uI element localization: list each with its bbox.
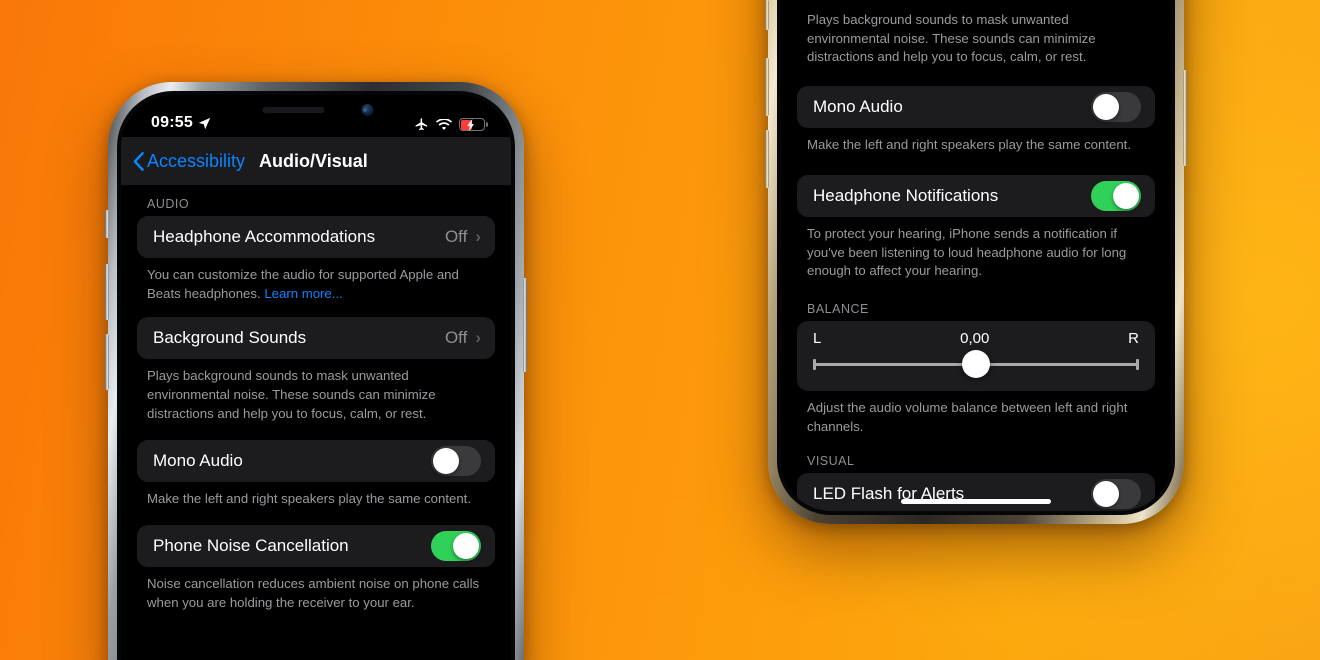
status-bar-right bbox=[414, 117, 488, 132]
front-camera-icon bbox=[361, 104, 374, 116]
balance-labels: L 0,00 R bbox=[813, 330, 1139, 347]
footnote-phone-noise-cancellation: Noise cancellation reduces ambient noise… bbox=[147, 576, 480, 611]
phone-left-bezel: 09:55 Accessibility Audio/Visual AUDIO H… bbox=[117, 91, 515, 660]
volume-down-button-right[interactable] bbox=[765, 130, 769, 188]
row-value-group: Off › bbox=[445, 328, 481, 348]
toggle-knob bbox=[1113, 182, 1139, 209]
row-label: Background Sounds bbox=[153, 328, 307, 348]
phone-right-screen: Plays background sounds to mask unwanted… bbox=[781, 0, 1171, 511]
home-indicator[interactable] bbox=[901, 499, 1051, 504]
volume-down-button-left[interactable] bbox=[105, 334, 109, 390]
volume-up-button-left[interactable] bbox=[105, 264, 109, 320]
row-headphone-accommodations[interactable]: Headphone Accommodations Off › bbox=[137, 216, 495, 258]
power-button-left[interactable] bbox=[523, 278, 527, 372]
phone-right: Plays background sounds to mask unwanted… bbox=[765, 0, 1187, 524]
slider-thumb[interactable] bbox=[962, 350, 990, 379]
earpiece-speaker-icon bbox=[262, 107, 325, 113]
row-label: Mono Audio bbox=[153, 450, 243, 470]
footnote-background-sounds: Plays background sounds to mask unwanted… bbox=[147, 368, 436, 421]
row-background-sounds[interactable]: Background Sounds Off › bbox=[137, 317, 495, 360]
airplane-mode-icon bbox=[415, 118, 428, 131]
footnote-headphone-accommodations: You can customize the audio for supporte… bbox=[121, 258, 511, 303]
volume-up-button-right[interactable] bbox=[765, 58, 769, 116]
settings-list-left[interactable]: AUDIO Headphone Accommodations Off › You… bbox=[121, 185, 511, 660]
back-button-label: Accessibility bbox=[147, 150, 246, 171]
phone-right-bezel: Plays background sounds to mask unwanted… bbox=[777, 0, 1175, 515]
row-mono-audio-right[interactable]: Mono Audio bbox=[797, 86, 1155, 129]
page-title: Audio/Visual bbox=[259, 150, 368, 171]
chevron-right-icon: › bbox=[475, 227, 481, 246]
back-button[interactable]: Accessibility bbox=[133, 151, 245, 172]
notch bbox=[228, 95, 404, 126]
power-button-right[interactable] bbox=[1183, 70, 1187, 166]
section-header-visual: VISUAL bbox=[807, 453, 855, 468]
balance-slider[interactable] bbox=[813, 350, 1139, 379]
phone-noise-cancellation-toggle[interactable] bbox=[431, 531, 481, 562]
led-flash-toggle[interactable] bbox=[1091, 478, 1141, 509]
headphone-notifications-toggle[interactable] bbox=[1091, 180, 1141, 211]
row-mono-audio[interactable]: Mono Audio bbox=[137, 439, 495, 482]
toggle-knob bbox=[1093, 480, 1119, 507]
battery-charging-icon bbox=[459, 118, 488, 131]
slider-cap-left bbox=[813, 359, 816, 371]
section-header-audio: AUDIO bbox=[147, 197, 190, 211]
footnote-background-sounds-right: Plays background sounds to mask unwanted… bbox=[807, 12, 1096, 65]
slider-cap-right bbox=[1136, 359, 1139, 371]
balance-left-label: L bbox=[813, 330, 822, 348]
row-value: Off bbox=[444, 328, 468, 348]
row-led-flash-for-alerts[interactable]: LED Flash for Alerts bbox=[797, 472, 1155, 511]
row-label: Headphone Notifications bbox=[813, 185, 999, 205]
navigation-bar: Accessibility Audio/Visual bbox=[121, 137, 511, 185]
wifi-icon bbox=[436, 118, 452, 130]
learn-more-link[interactable]: Learn more... bbox=[264, 286, 342, 301]
row-value-group: Off › bbox=[445, 227, 481, 247]
toggle-knob bbox=[453, 533, 479, 560]
status-bar-time: 09:55 bbox=[151, 114, 193, 131]
row-label: Phone Noise Cancellation bbox=[153, 536, 349, 556]
phone-left: 09:55 Accessibility Audio/Visual AUDIO H… bbox=[105, 82, 527, 660]
row-label: Headphone Accommodations bbox=[153, 227, 376, 246]
row-headphone-notifications[interactable]: Headphone Notifications bbox=[797, 174, 1155, 217]
toggle-knob bbox=[433, 447, 459, 474]
mute-switch-left[interactable] bbox=[105, 210, 109, 238]
footnote-mono-audio-right: Make the left and right speakers play th… bbox=[807, 137, 1132, 153]
location-arrow-icon bbox=[198, 117, 211, 129]
mono-audio-toggle[interactable] bbox=[431, 445, 481, 476]
mute-switch-right[interactable] bbox=[765, 0, 769, 30]
status-bar-left: 09:55 bbox=[151, 114, 211, 132]
phone-left-screen: 09:55 Accessibility Audio/Visual AUDIO H… bbox=[121, 95, 511, 660]
balance-card[interactable]: L 0,00 R bbox=[797, 321, 1155, 392]
settings-list-right[interactable]: Plays background sounds to mask unwanted… bbox=[781, 0, 1171, 511]
footnote-headphone-notifications: To protect your hearing, iPhone sends a … bbox=[807, 225, 1127, 279]
chevron-left-icon bbox=[133, 151, 144, 171]
footnote-mono-audio: Make the left and right speakers play th… bbox=[147, 490, 472, 506]
mono-audio-toggle-right[interactable] bbox=[1091, 92, 1141, 123]
balance-value: 0,00 bbox=[960, 330, 990, 348]
row-label: Mono Audio bbox=[813, 97, 903, 117]
row-phone-noise-cancellation[interactable]: Phone Noise Cancellation bbox=[137, 525, 495, 568]
section-header-balance: BALANCE bbox=[807, 302, 869, 317]
row-value: Off bbox=[444, 227, 468, 246]
toggle-knob bbox=[1093, 94, 1119, 121]
footnote-balance: Adjust the audio volume balance between … bbox=[807, 400, 1128, 434]
chevron-right-icon: › bbox=[475, 328, 481, 348]
balance-right-label: R bbox=[1128, 330, 1139, 348]
